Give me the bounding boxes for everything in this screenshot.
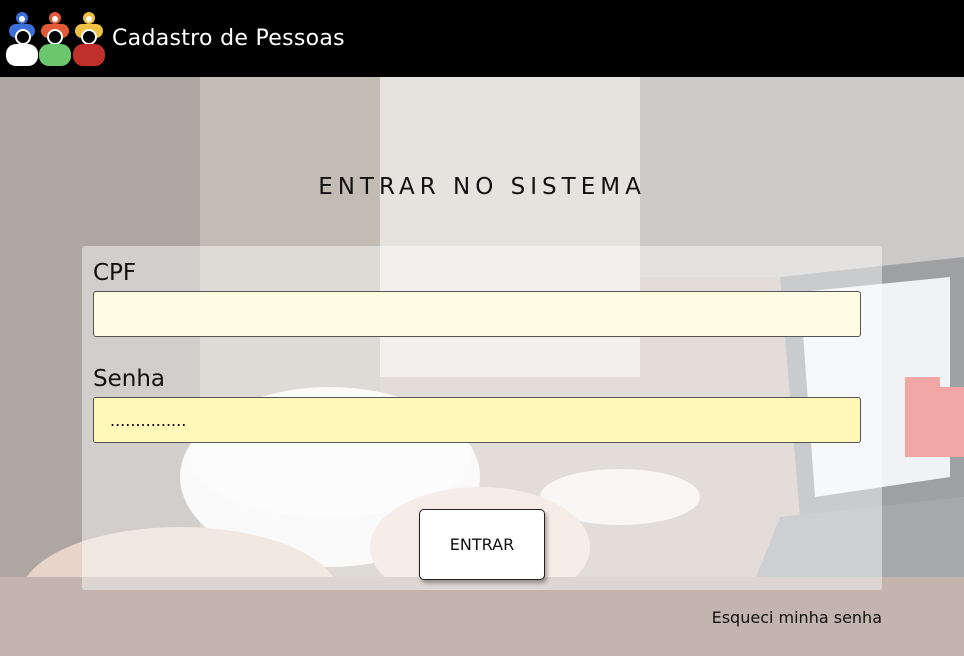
login-hero: ENTRAR NO SISTEMA CPF Senha ENTRAR Esque…: [0, 77, 964, 656]
senha-label: Senha: [93, 366, 165, 392]
forgot-password-link[interactable]: Esqueci minha senha: [712, 608, 882, 627]
entrar-button[interactable]: ENTRAR: [419, 509, 545, 580]
senha-input[interactable]: [93, 397, 861, 443]
login-card: CPF Senha ENTRAR: [82, 246, 882, 590]
login-title: ENTRAR NO SISTEMA: [318, 174, 646, 200]
brand-title[interactable]: Cadastro de Pessoas: [112, 26, 345, 51]
people-group-icon[interactable]: [5, 10, 106, 68]
cpf-label: CPF: [93, 260, 137, 286]
top-navbar: Cadastro de Pessoas: [0, 0, 964, 77]
cpf-input[interactable]: [93, 291, 861, 337]
